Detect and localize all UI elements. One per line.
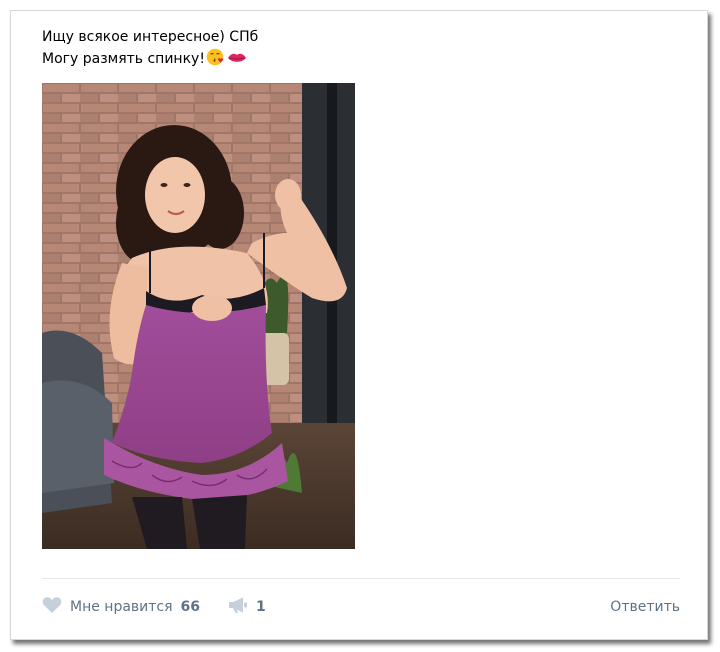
post-text: Ищу всякое интересное) СПб Могу размять … <box>42 26 258 73</box>
share-count: 1 <box>256 599 266 615</box>
kiss-mark-emoji-icon <box>227 50 247 73</box>
share-button[interactable]: 1 <box>228 595 266 619</box>
photo-image <box>42 83 355 549</box>
post-text-line-2: Могу размять спинку! <box>42 51 205 67</box>
post-divider <box>42 578 680 579</box>
megaphone-icon <box>228 596 248 618</box>
photo-attachment[interactable] <box>42 83 355 549</box>
post-text-line-2-wrap: Могу размять спинку! <box>42 48 258 73</box>
like-label: Мне нравится <box>70 599 173 615</box>
like-button[interactable]: Мне нравится 66 <box>42 595 200 619</box>
like-count: 66 <box>180 599 201 615</box>
post-text-line-1: Ищу всякое интересное) СПб <box>42 29 259 45</box>
post-actions: Мне нравится 66 1 Ответить <box>42 595 680 619</box>
post-card: Ищу всякое интересное) СПб Могу размять … <box>10 10 708 640</box>
kissing-face-emoji-icon <box>206 48 226 73</box>
heart-icon <box>42 596 62 618</box>
reply-button[interactable]: Ответить <box>610 595 680 619</box>
